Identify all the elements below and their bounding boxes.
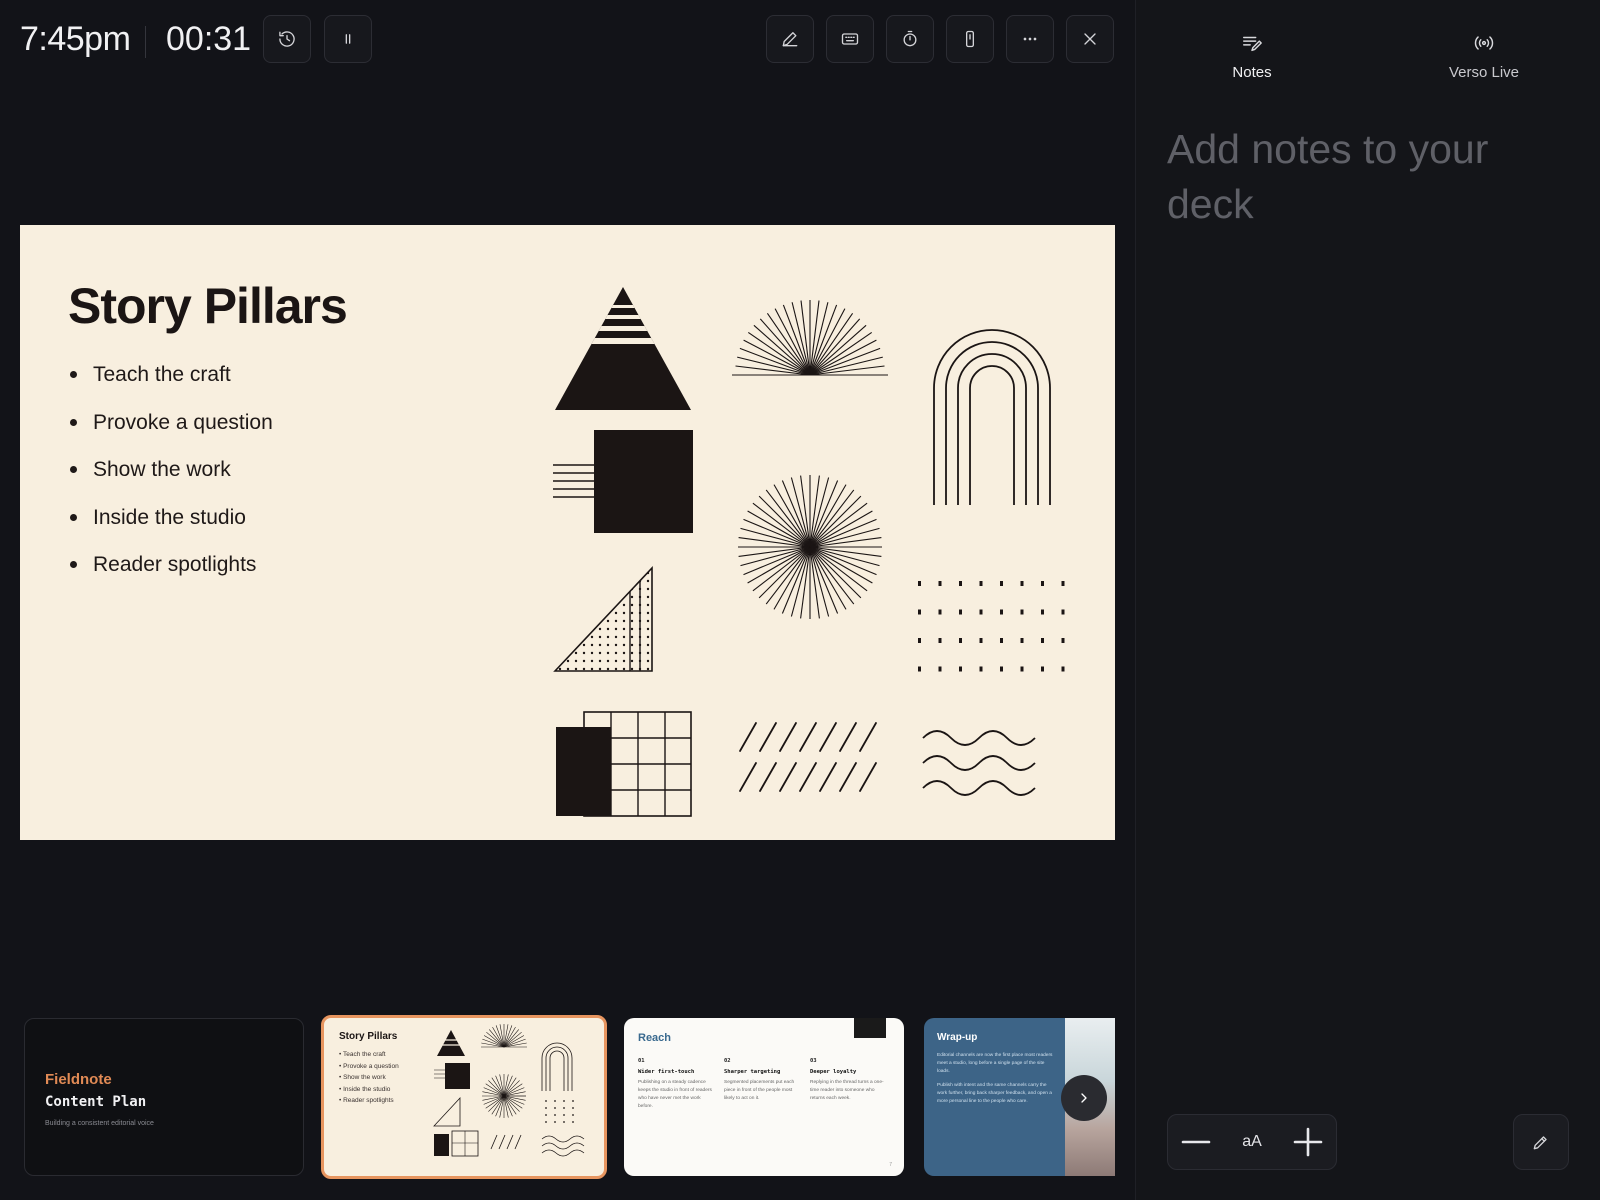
thumb-brand: Fieldnote	[45, 1071, 112, 1088]
next-slides-button[interactable]	[1061, 1075, 1107, 1121]
keyboard-icon	[841, 33, 859, 45]
history-icon	[279, 31, 295, 47]
tab-verso-live[interactable]: Verso Live	[1424, 30, 1544, 81]
column-heading: Deeper loyalty	[810, 1069, 857, 1075]
thumb-column: 02 Sharper targeting Segmented placement…	[724, 1058, 802, 1103]
font-size-controls: aA	[1167, 1114, 1337, 1170]
thumb-tagline: Building a consistent editorial voice	[45, 1120, 154, 1127]
column-number: 01	[638, 1058, 645, 1064]
column-body: Publishing on a steady cadence keeps the…	[638, 1080, 712, 1109]
thumb-title: Reach	[638, 1032, 672, 1044]
thumb-column: 01 Wider first-touch Publishing on a ste…	[638, 1058, 716, 1111]
minus-icon	[1181, 1140, 1211, 1144]
current-slide: Story Pillars Teach the craft Provoke a …	[20, 225, 1115, 840]
divider	[145, 26, 146, 58]
chevron-right-icon	[1081, 1093, 1087, 1103]
geometric-illustration	[553, 287, 1065, 817]
current-time: 7:45pm	[20, 20, 131, 58]
edit-notes-button[interactable]	[1513, 1114, 1569, 1170]
tab-label: Notes	[1232, 64, 1272, 81]
diagonal-slashes	[739, 722, 877, 792]
reset-timer-button[interactable]	[263, 15, 311, 63]
column-number: 03	[810, 1058, 817, 1064]
notes-icon	[1243, 36, 1262, 52]
close-icon	[1084, 33, 1096, 45]
nested-arches	[933, 329, 1051, 505]
increase-font-button[interactable]	[1286, 1120, 1330, 1164]
thumb-body: Editorial channels are now the first pla…	[937, 1053, 1053, 1074]
pen-tool-button[interactable]	[766, 15, 814, 63]
keyboard-button[interactable]	[826, 15, 874, 63]
thumbnail-slide-2-selected[interactable]: Story Pillars • Teach the craft • Provok…	[321, 1015, 607, 1179]
thumbnail-slide-3[interactable]: Reach 01 Wider first-touch Publishing on…	[624, 1018, 904, 1176]
broadcast-icon	[1474, 36, 1494, 50]
phone-icon	[966, 30, 974, 48]
elapsed-timer: 00:31	[166, 20, 252, 58]
pause-icon	[345, 34, 351, 44]
column-heading: Sharper targeting	[724, 1069, 781, 1075]
phone-view-button[interactable]	[946, 15, 994, 63]
column-number: 02	[724, 1058, 731, 1064]
dotted-triangle	[553, 565, 653, 672]
thumbnail-slide-1[interactable]: Fieldnote Content Plan Building a consis…	[24, 1018, 304, 1176]
column-body: Replying in the thread turns a one-time …	[810, 1080, 884, 1101]
close-presenter-button[interactable]	[1066, 15, 1114, 63]
plus-icon	[1293, 1127, 1323, 1157]
square-with-lines	[553, 430, 693, 533]
column-body: Segmented placements put each piece in f…	[724, 1080, 795, 1101]
dot-grid	[918, 581, 1065, 672]
half-sunburst	[732, 300, 888, 376]
tab-label: Verso Live	[1448, 64, 1520, 81]
wave-lines	[922, 730, 1036, 796]
column-heading: Wider first-touch	[638, 1069, 695, 1075]
thumb-page-number: 7	[889, 1162, 892, 1168]
pen-icon	[782, 32, 798, 47]
timer-button[interactable]	[886, 15, 934, 63]
thumb-title: Wrap-up	[937, 1032, 978, 1043]
pencil-icon	[1533, 1136, 1547, 1150]
striped-triangle	[555, 287, 691, 410]
decrease-font-button[interactable]	[1174, 1120, 1218, 1164]
full-sunburst	[738, 475, 882, 619]
thumb-body: Publish with intent and the same channel…	[937, 1083, 1052, 1104]
thumb-column: 03 Deeper loyalty Replying in the thread…	[810, 1058, 888, 1103]
more-options-button[interactable]	[1006, 15, 1054, 63]
more-icon	[1023, 37, 1037, 41]
grid-block	[556, 711, 692, 817]
tab-notes[interactable]: Notes	[1192, 30, 1312, 81]
notes-editor-placeholder[interactable]: Add notes to your deck	[1167, 122, 1497, 232]
pause-button[interactable]	[324, 15, 372, 63]
thumb-subtitle: Content Plan	[45, 1094, 147, 1110]
font-size-label: aA	[1242, 1133, 1262, 1150]
thumb-black-block	[854, 1018, 886, 1038]
timer-icon	[903, 30, 917, 47]
thumb-illustration	[433, 1024, 585, 1157]
